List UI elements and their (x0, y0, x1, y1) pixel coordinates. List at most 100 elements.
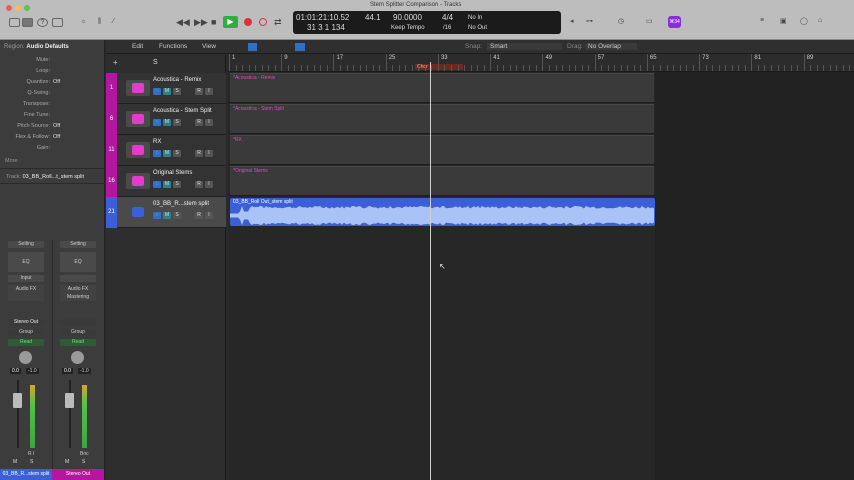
solo-button[interactable]: S (173, 150, 181, 157)
solo-button[interactable]: S (82, 459, 85, 465)
volume-fader[interactable] (13, 393, 22, 408)
record-enable-button[interactable]: R (195, 212, 203, 219)
track-name[interactable]: Original Stems (153, 170, 192, 176)
volume-fader[interactable] (65, 393, 74, 408)
track-header[interactable]: 11 RX ◌ M S R I (106, 135, 226, 166)
play-button[interactable]: ▶ (223, 16, 238, 28)
track-header[interactable]: 16 Original Stems ◌ M S R I (106, 166, 226, 197)
record-enable-button[interactable]: R (195, 88, 203, 95)
close-button[interactable] (6, 5, 12, 11)
input-button[interactable]: I (205, 212, 213, 219)
input-slot[interactable]: Input (8, 275, 44, 282)
automation-mode[interactable]: Read (8, 339, 44, 346)
solo-button[interactable]: S (173, 212, 181, 219)
mixer-icon[interactable]: ⫼ (94, 18, 105, 27)
playhead[interactable] (430, 62, 431, 480)
inspector-icon[interactable] (22, 18, 33, 27)
zoom-button[interactable] (24, 5, 30, 11)
record-button[interactable] (244, 18, 252, 26)
automation-mode[interactable]: Read (60, 339, 96, 346)
metronome-icon[interactable]: ◂ (570, 17, 574, 25)
folder-region[interactable]: *Acoustica - Remix (230, 73, 654, 102)
arrange-area[interactable]: *Acoustica - Remix *Acoustica - Stem Spli… (228, 72, 854, 480)
add-track-icon[interactable]: + (113, 58, 118, 67)
cpu-badge[interactable]: ⌘34 (668, 16, 681, 28)
pan-knob[interactable] (19, 351, 32, 364)
solo-button[interactable]: S (30, 459, 33, 465)
view-menu[interactable]: View (202, 43, 216, 50)
cycle-icon[interactable]: ⇄ (274, 17, 282, 28)
mute-button[interactable]: M (163, 181, 171, 188)
toolbar-icon[interactable] (52, 18, 63, 27)
audio-fx-slot[interactable]: Audio FX Mastering (60, 285, 96, 301)
stop-icon[interactable]: ■ (211, 17, 216, 27)
input-monitor-button[interactable]: ◌ (153, 181, 161, 188)
track-header[interactable]: 6 Acoustica - Stem Split ◌ M S R I (106, 104, 226, 135)
track-lane[interactable]: *RX (228, 134, 655, 165)
input-button[interactable]: I (205, 88, 213, 95)
smart-controls-icon[interactable]: ☼ (78, 18, 89, 27)
ri-buttons[interactable]: Bnc (80, 451, 89, 457)
track-inspector-header[interactable]: Track: 03_BB_Roll...t_stem split (0, 168, 105, 184)
volume-value[interactable]: 0.0 (62, 368, 73, 374)
eq-display[interactable]: EQ (60, 252, 96, 272)
automation-icon[interactable] (295, 43, 305, 51)
channel-name[interactable]: Stereo Out (52, 469, 104, 480)
channel-name[interactable]: 03_BB_R...stem split (0, 469, 52, 480)
input-button[interactable]: I (205, 150, 213, 157)
catch-icon[interactable] (248, 43, 257, 51)
track-header[interactable]: 21 03_BB_R...stem split ◌ M S R I (106, 197, 226, 228)
mute-button[interactable]: M (163, 88, 171, 95)
forward-icon[interactable]: ▶▶ (194, 17, 208, 28)
input-slot[interactable] (60, 275, 96, 282)
mute-button[interactable]: M (65, 459, 69, 465)
mute-button[interactable]: M (163, 212, 171, 219)
record-enable-button[interactable]: R (195, 150, 203, 157)
volume-value[interactable]: 0.0 (10, 368, 21, 374)
region-label[interactable]: Region: Audio Defaults (4, 44, 69, 50)
mute-button[interactable]: M (163, 150, 171, 157)
track-lane[interactable]: *Original Stems (228, 165, 655, 196)
ruler[interactable]: Chor 1 9 17 25 33 41 49 57 65 73 81 89 (228, 54, 854, 72)
solo-button[interactable]: S (173, 88, 181, 95)
track-lane[interactable]: *Acoustica - Remix (228, 72, 655, 103)
record-enable-button[interactable]: R (195, 119, 203, 126)
mute-button[interactable]: M (163, 119, 171, 126)
input-button[interactable]: I (205, 119, 213, 126)
input-monitor-button[interactable]: ◌ (153, 119, 161, 126)
track-lane[interactable]: *Acoustica - Stem Split (228, 103, 655, 134)
input-monitor-button[interactable]: ◌ (153, 150, 161, 157)
solo-button[interactable]: S (173, 181, 181, 188)
track-header[interactable]: 1 Acoustica - Remix ◌ M S R I (106, 73, 226, 104)
folder-region[interactable]: *Acoustica - Stem Split (230, 104, 654, 133)
library-icon[interactable] (9, 18, 20, 27)
edit-menu[interactable]: Edit (132, 43, 143, 50)
loop-browser-icon[interactable]: ◯ (800, 17, 808, 25)
eq-display[interactable]: EQ (8, 252, 44, 272)
setting-button[interactable]: Setting (60, 241, 96, 248)
snap-select[interactable]: Smart (487, 43, 562, 50)
audio-region[interactable]: 03_BB_Roll Out_stem split (230, 198, 655, 226)
more-toggle[interactable]: More (5, 158, 18, 164)
minimize-button[interactable] (15, 5, 21, 11)
group-slot[interactable]: Group (8, 329, 44, 336)
folder-region[interactable]: *Original Stems (230, 166, 654, 195)
mute-button[interactable]: M (13, 459, 17, 465)
rewind-icon[interactable]: ◀◀ (176, 17, 190, 28)
list-icon[interactable]: ▭ (646, 17, 653, 25)
count-in-icon[interactable]: ⊶ (586, 17, 593, 25)
group-slot[interactable]: Group (60, 329, 96, 336)
track-name[interactable]: RX (153, 139, 161, 145)
folder-region[interactable]: *RX (230, 135, 654, 164)
quick-help-icon[interactable]: ? (37, 18, 48, 27)
functions-menu[interactable]: Functions (159, 43, 187, 50)
list-editors-icon[interactable]: ≡ (760, 17, 764, 24)
input-monitor-button[interactable]: ◌ (153, 212, 161, 219)
tuner-icon[interactable]: ◷ (618, 17, 624, 25)
drag-select[interactable]: No Overlap (585, 43, 637, 50)
browsers-icon[interactable]: ⌂ (818, 17, 822, 24)
output-slot[interactable] (60, 319, 96, 326)
track-name[interactable]: Acoustica - Stem Split (153, 108, 212, 114)
capture-record-button[interactable] (259, 18, 267, 26)
lcd-display[interactable]: 01:01:21:10.52 31 3 1 134 44.1 90.0000 K… (293, 11, 561, 34)
